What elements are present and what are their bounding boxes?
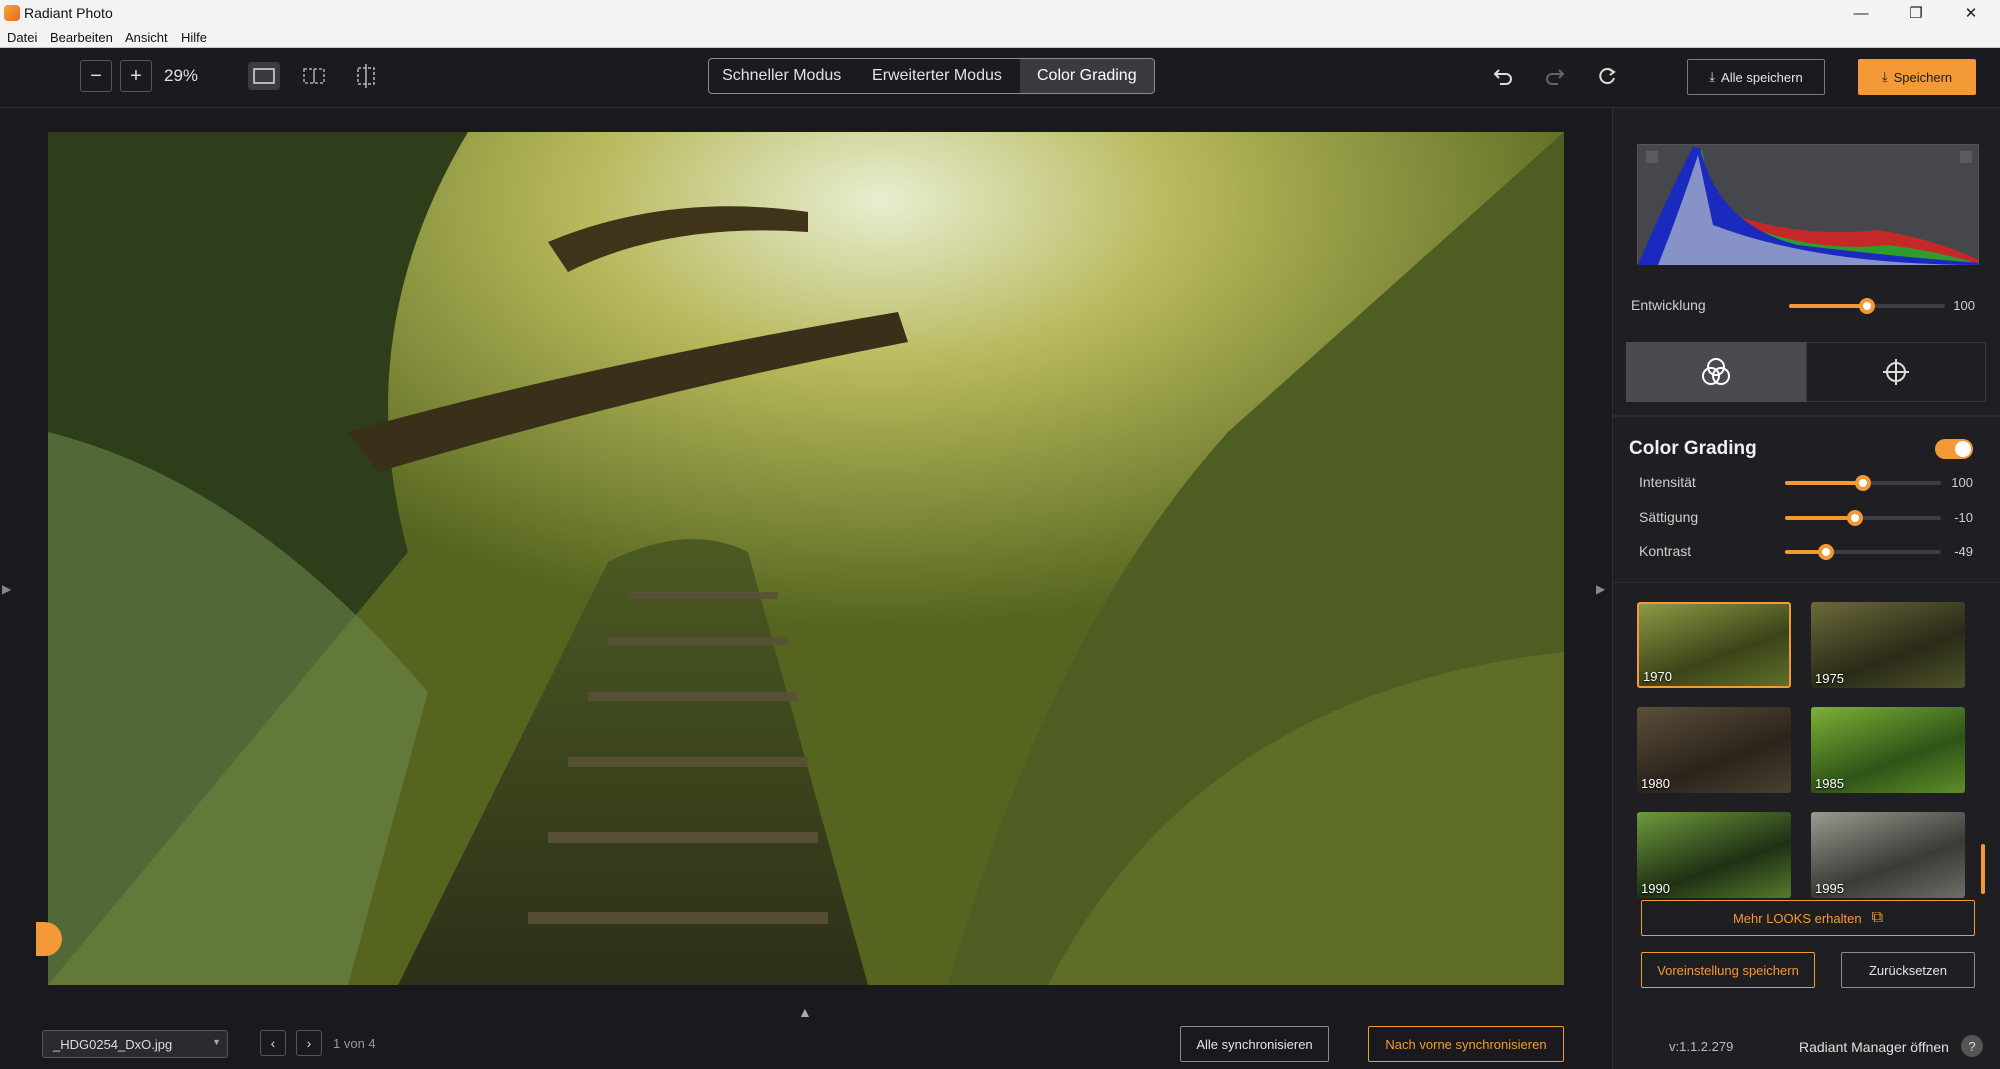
chevron-down-icon: ▼ [212,1037,221,1047]
crosshair-icon [1883,359,1909,385]
looks-scrollbar[interactable] [1981,844,1985,894]
filmstrip-toggle-icon[interactable]: ▲ [798,1004,812,1020]
entwicklung-slider-fill [1789,304,1867,308]
divider [1613,415,2000,417]
look-label: 1975 [1815,671,1844,686]
crop-view-icon[interactable] [350,60,382,92]
saettigung-value: -10 [1954,510,1973,525]
app-logo-icon [4,5,20,21]
left-panel-toggle-icon[interactable]: ▶ [2,582,11,596]
histogram [1637,144,1980,265]
right-panel-toggle-icon[interactable]: ▶ [1596,582,1605,596]
look-1995[interactable]: 1995 [1811,812,1965,898]
saettigung-slider-fill [1785,516,1855,520]
color-wheels-icon [1702,358,1730,385]
download-icon: ⤓ [1709,69,1716,84]
toolbar: − + 29% Schneller Modus Erweiterter Modu… [0,48,2000,108]
entwicklung-value: 100 [1953,298,1975,313]
close-button[interactable]: ✕ [1948,0,1994,26]
look-1990[interactable]: 1990 [1637,812,1791,898]
file-select[interactable]: _HDG0254_DxO.jpg ▼ [42,1030,228,1058]
menu-bearbeiten[interactable]: Bearbeiten [50,30,113,45]
section-title: Color Grading [1629,438,1757,459]
tab-target[interactable] [1806,342,1986,402]
entwicklung-label: Entwicklung [1631,297,1706,313]
version-label: v:1.1.2.279 [1669,1039,1734,1054]
look-label: 1980 [1641,776,1670,791]
sync-all-button[interactable]: Alle synchronisieren [1180,1026,1329,1062]
redo-icon[interactable] [1540,62,1570,92]
save-preset-button[interactable]: Voreinstellung speichern [1641,952,1815,988]
radiant-manager-link[interactable]: Radiant Manager öffnen [1799,1039,1949,1055]
intensitaet-slider-knob[interactable] [1855,475,1871,491]
page-counter: 1 von 4 [333,1036,376,1051]
tab-color-grading[interactable]: Color Grading [1019,59,1154,93]
title-bar: Radiant Photo — ❐ ✕ [0,0,2000,26]
tab-color-wheels[interactable] [1626,342,1806,402]
look-label: 1990 [1641,881,1670,896]
single-view-icon[interactable] [248,62,280,90]
look-1970[interactable]: 1970 [1637,602,1791,688]
look-1980[interactable]: 1980 [1637,707,1791,793]
photo-preview[interactable] [48,132,1564,985]
tab-schneller-modus[interactable]: Schneller Modus [709,59,854,93]
tab-erweiterter-modus[interactable]: Erweiterter Modus [854,59,1019,93]
adjustment-panel: Entwicklung 100 Color Grading Intensität… [1612,108,2000,1069]
look-label: 1970 [1643,669,1672,684]
look-label: 1985 [1815,776,1844,791]
minimize-button[interactable]: — [1838,0,1884,26]
more-looks-label: Mehr LOOKS erhalten [1732,910,1862,926]
help-icon[interactable]: ? [1961,1035,1983,1057]
intensitaet-value: 100 [1951,475,1973,490]
color-grading-toggle[interactable] [1935,439,1973,459]
divider [1613,582,2000,583]
maximize-button[interactable]: ❐ [1893,0,1939,26]
chevron-left-icon: ‹ [270,1035,276,1051]
split-view-icon[interactable] [298,62,330,90]
save-label: Speichern [1893,69,1953,85]
entwicklung-slider-knob[interactable] [1859,298,1875,314]
look-1975[interactable]: 1975 [1811,602,1965,688]
zoom-out-button[interactable]: − [80,60,112,92]
menu-datei[interactable]: Datei [7,30,37,45]
menu-ansicht[interactable]: Ansicht [125,30,168,45]
intensitaet-label: Intensität [1639,474,1696,490]
zoom-level: 29% [164,66,199,85]
menu-bar: Datei Bearbeiten Ansicht Hilfe [0,26,2000,48]
chevron-right-icon: › [306,1035,312,1051]
undo-icon[interactable] [1488,62,1518,92]
intensitaet-slider-fill [1785,481,1863,485]
canvas-area: ▶ ▶ ▲ _HDG0254_DxO.jpg ▼ ‹ › 1 von 4 All… [0,108,1612,1069]
reset-button[interactable]: Zurücksetzen [1841,952,1975,988]
saettigung-slider-knob[interactable] [1847,510,1863,526]
saettigung-label: Sättigung [1639,509,1699,525]
external-link-icon: ⧉ [1871,909,1884,926]
sync-forward-button[interactable]: Nach vorne synchronisieren [1368,1026,1564,1062]
reset-rotate-icon[interactable] [1592,62,1622,92]
next-image-button[interactable]: › [296,1030,322,1056]
kontrast-value: -49 [1954,544,1973,559]
menu-hilfe[interactable]: Hilfe [181,30,207,45]
mode-switch: Schneller Modus Erweiterter Modus Color … [708,58,1155,94]
save-all-button[interactable]: ⤓ Alle speichern [1687,59,1825,95]
kontrast-label: Kontrast [1639,543,1692,559]
look-label: 1995 [1815,881,1844,896]
look-1985[interactable]: 1985 [1811,707,1965,793]
window-title: Radiant Photo [24,5,113,21]
more-looks-button[interactable]: Mehr LOOKS erhalten ⧉ [1641,900,1975,936]
download-icon: ⤓ [1881,69,1888,84]
file-select-value: _HDG0254_DxO.jpg [53,1037,173,1052]
save-all-label: Alle speichern [1721,69,1803,85]
zoom-in-button[interactable]: + [120,60,152,92]
kontrast-slider-knob[interactable] [1818,544,1834,560]
prev-image-button[interactable]: ‹ [260,1030,286,1056]
save-button[interactable]: ⤓ Speichern [1858,59,1976,95]
